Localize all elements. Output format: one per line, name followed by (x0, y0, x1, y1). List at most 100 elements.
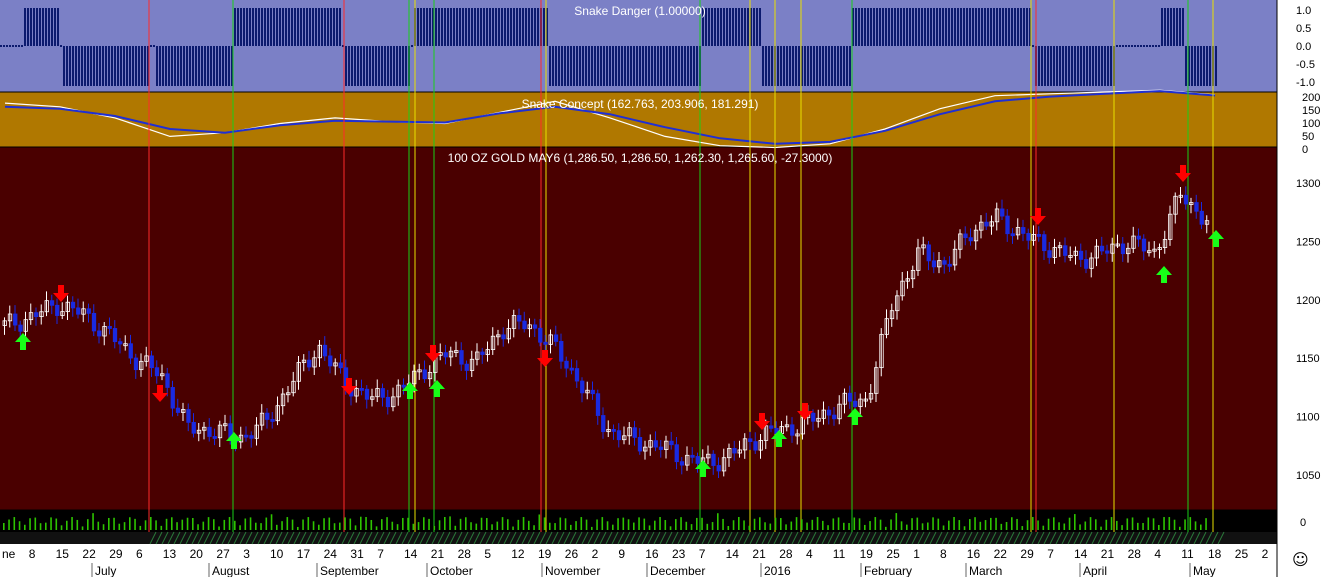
danger-bar (657, 46, 659, 86)
volume-bar (1053, 517, 1055, 530)
x-day-label: 26 (565, 547, 579, 561)
volume-bar (1079, 524, 1081, 530)
volume-bar (1005, 522, 1008, 530)
candle-body (517, 315, 522, 322)
danger-bar (228, 46, 230, 86)
danger-bar (180, 46, 182, 86)
volume-bar (827, 525, 829, 530)
volume-bar (732, 520, 735, 530)
volume-bar (108, 517, 110, 530)
x-day-label: 10 (270, 547, 284, 561)
danger-bar (348, 46, 350, 86)
volume-bar (648, 525, 651, 530)
danger-bar (258, 8, 260, 46)
danger-bar (1206, 46, 1208, 86)
volume-bar (512, 526, 514, 530)
danger-bar (273, 8, 275, 46)
danger-bar (579, 46, 581, 86)
danger-bar (462, 8, 464, 46)
danger-bar (549, 46, 551, 86)
danger-bar (885, 8, 887, 46)
candle-body (443, 352, 448, 358)
smiley-icon[interactable]: ☺ (1292, 552, 1309, 568)
danger-bar (636, 46, 638, 86)
volume-bar (1116, 520, 1118, 530)
danger-bar (765, 46, 767, 86)
danger-bar (948, 8, 950, 46)
x-day-label: 4 (1154, 547, 1161, 561)
volume-bar (1147, 517, 1150, 530)
danger-bar (279, 8, 281, 46)
price-panel (0, 147, 1277, 510)
danger-bar (1068, 46, 1070, 86)
danger-bar (87, 46, 89, 86)
volume-bar (396, 524, 399, 530)
volume-bar (764, 522, 766, 530)
volume-bar (139, 525, 142, 530)
danger-bar (372, 46, 374, 86)
danger-bar (798, 46, 800, 86)
volume-bar (774, 517, 777, 530)
volume-bar (816, 517, 819, 530)
volume-bar (843, 522, 845, 530)
danger-bar (336, 8, 338, 46)
candle-body (616, 430, 622, 441)
danger-bar (609, 46, 611, 86)
volume-bar (911, 518, 913, 530)
volume-bar (349, 518, 352, 530)
danger-bar (150, 45, 152, 47)
danger-bar (153, 45, 155, 47)
volume-bar (801, 519, 803, 530)
volume-bar (1152, 518, 1155, 530)
volume-bar (365, 517, 367, 530)
danger-bar (84, 46, 86, 86)
danger-bar (897, 8, 899, 46)
candle-body (543, 341, 548, 345)
danger-bar (21, 45, 23, 47)
danger-bar (1005, 8, 1007, 46)
x-day-label: 28 (779, 547, 793, 561)
candle-body (97, 330, 102, 337)
x-day-label: 21 (752, 547, 766, 561)
volume-bar (354, 525, 357, 530)
volume-bar (680, 517, 682, 530)
candle-body (1042, 234, 1047, 252)
danger-bar (459, 8, 461, 46)
volume-bar (423, 517, 425, 530)
danger-bar (390, 46, 392, 86)
volume-bar (711, 522, 714, 530)
volume-bar (249, 517, 252, 530)
danger-bar (411, 45, 413, 47)
volume-bar (402, 517, 404, 530)
volume-bar (753, 518, 756, 530)
danger-bar (558, 46, 560, 86)
danger-bar (1155, 45, 1157, 47)
danger-bar (378, 46, 380, 86)
x-day-label: 13 (163, 547, 177, 561)
danger-bar (567, 46, 569, 86)
danger-bar (12, 45, 14, 47)
danger-bar (99, 46, 101, 86)
danger-bar (225, 46, 227, 86)
volume-bar (706, 523, 709, 530)
volume-bar (60, 525, 63, 530)
candle-body (753, 441, 758, 451)
danger-bar (1149, 45, 1151, 47)
danger-bar (951, 8, 953, 46)
danger-bar (786, 46, 788, 86)
danger-bar (597, 46, 599, 86)
danger-bar (1080, 46, 1082, 86)
candle-body (538, 327, 543, 343)
volume-bar (192, 518, 194, 530)
danger-bar (1056, 46, 1058, 86)
volume-bar (318, 524, 320, 530)
volume-bar (795, 517, 798, 530)
danger-bar (126, 46, 128, 86)
volume-bar (491, 524, 493, 530)
volume-bar (1032, 517, 1034, 530)
danger-bar (78, 46, 80, 86)
danger-bar (324, 8, 326, 46)
danger-bar (894, 8, 896, 46)
volume-bar (428, 518, 430, 530)
danger-bar (450, 8, 452, 46)
